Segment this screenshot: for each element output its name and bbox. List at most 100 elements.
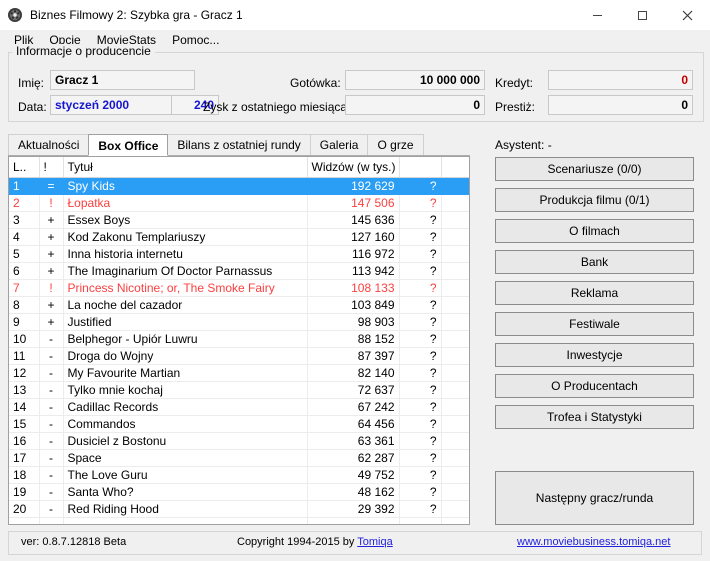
prestige-label: Prestiż: [495, 100, 536, 114]
cell-rank: 10 [9, 330, 40, 348]
o-producentach-button[interactable]: O Producentach [495, 374, 694, 398]
cell-extra: ? [399, 364, 442, 382]
cell-flag: - [39, 449, 64, 467]
table-row[interactable]: 16- Dusiciel z Bostonu 63 361? [9, 432, 469, 450]
cell-title: Princess Nicotine; or, The Smoke Fairy [63, 279, 308, 297]
cell-title: Tylko mnie kochaj [63, 381, 308, 399]
next-player-round-button[interactable]: Następny gracz/runda [495, 471, 694, 525]
reklama-button[interactable]: Reklama [495, 281, 694, 305]
cell-views: 82 140 [307, 364, 400, 382]
table-row[interactable]: 18- The Love Guru 49 752? [9, 466, 469, 484]
cell-flag: + [39, 296, 64, 314]
table-row[interactable]: 7! Princess Nicotine; or, The Smoke Fairy… [9, 279, 469, 297]
cell-extra: ? [399, 177, 442, 195]
cell-title: My Favourite Martian [63, 364, 308, 382]
cell-flag: - [39, 432, 64, 450]
table-row[interactable]: 6 + The Imaginarium Of Doctor Parnassus 113… [9, 262, 469, 280]
cell-extra: ? [399, 466, 442, 484]
cell-rank: 4 [9, 228, 40, 246]
cell-title: Commandos [63, 415, 308, 433]
maximize-icon[interactable] [620, 0, 665, 30]
cell-title: Santa Who? [63, 483, 308, 501]
cell-spare [441, 466, 469, 484]
table-row[interactable]: 8 + La noche del cazador 103 849? [9, 296, 469, 314]
table-row[interactable]: 19- Santa Who? 48 162? [9, 483, 469, 501]
cell-rank: 6 [9, 262, 40, 280]
column-header-flag[interactable]: ! [39, 157, 64, 178]
cell-extra: ? [399, 296, 442, 314]
table-row[interactable]: 15- Commandos 64 456? [9, 415, 469, 433]
cell-spare [441, 245, 469, 263]
table-row[interactable]: 12- My Favourite Martian 82 140? [9, 364, 469, 382]
column-header-extra[interactable] [399, 157, 442, 178]
table-row[interactable]: 17- Space 62 287? [9, 449, 469, 467]
tab-bilans[interactable]: Bilans z ostatniej rundy [167, 134, 311, 155]
cell-views: 103 849 [307, 296, 400, 314]
cell-rank [9, 517, 40, 524]
table-header-row: L.. ! Tytuł Widzów (w tys.) [9, 157, 469, 178]
cell-views: 192 629 [307, 177, 400, 195]
column-header-spare[interactable] [441, 157, 469, 178]
cell-spare [441, 381, 469, 399]
cell-title: Space [63, 449, 308, 467]
cell-title: Kod Zakonu Templariuszy [63, 228, 308, 246]
inwestycje-button[interactable]: Inwestycje [495, 343, 694, 367]
cell-rank: 2 [9, 194, 40, 212]
credit-field: 0 [548, 70, 693, 90]
table-row[interactable]: 11- Droga do Wojny 87 397? [9, 347, 469, 365]
cell-title: Spy Kids [63, 177, 308, 195]
cell-views: 63 361 [307, 432, 400, 450]
cell-title: Dusiciel z Bostonu [63, 432, 308, 450]
film-reel-icon [7, 7, 23, 23]
menu-item-pomoc[interactable]: Pomoc... [164, 31, 227, 49]
table-row[interactable]: 13- Tylko mnie kochaj 72 637? [9, 381, 469, 399]
cell-extra: ? [399, 211, 442, 229]
o-filmach-button[interactable]: O filmach [495, 219, 694, 243]
table-row[interactable]: 2! Łopatka 147 506? [9, 194, 469, 212]
table-row[interactable]: 9 + Justified 98 903? [9, 313, 469, 331]
cell-spare [441, 228, 469, 246]
bank-button[interactable]: Bank [495, 250, 694, 274]
cell-flag: + [39, 313, 64, 331]
table-row[interactable]: 20- Red Riding Hood 29 392? [9, 500, 469, 518]
cell-spare [441, 177, 469, 195]
tab-box-office[interactable]: Box Office [88, 134, 169, 156]
close-icon[interactable] [665, 0, 710, 30]
column-header-views[interactable]: Widzów (w tys.) [307, 157, 400, 178]
cell-views: 98 903 [307, 313, 400, 331]
cell-title: Droga do Wojny [63, 347, 308, 365]
website-link[interactable]: www.moviebusiness.tomiqa.net [517, 536, 670, 548]
cell-views: 88 152 [307, 330, 400, 348]
cell-views: 127 160 [307, 228, 400, 246]
author-link[interactable]: Tomiqa [357, 536, 392, 548]
cell-flag: ! [39, 279, 64, 297]
scenariusze-button[interactable]: Scenariusze (0/0) [495, 157, 694, 181]
trofea-statystyki-button[interactable]: Trofea i Statystyki [495, 405, 694, 429]
festiwale-button[interactable]: Festiwale [495, 312, 694, 336]
tab-o-grze[interactable]: O grze [367, 134, 424, 155]
tab-aktualnosci[interactable]: Aktualności [8, 134, 90, 155]
column-header-title[interactable]: Tytuł [63, 157, 308, 178]
table-row[interactable]: 5 + Inna historia internetu 116 972? [9, 245, 469, 263]
cell-extra: ? [399, 262, 442, 280]
table-row[interactable]: 3 + Essex Boys 145 636? [9, 211, 469, 229]
table-row[interactable]: 1 = Spy Kids 192 629? [9, 177, 469, 195]
cell-spare [441, 398, 469, 416]
table-row[interactable]: 10- Belphegor - Upiór Luwru 88 152? [9, 330, 469, 348]
tab-galeria[interactable]: Galeria [309, 134, 369, 155]
cell-title: Cadillac Records [63, 398, 308, 416]
column-header-rank[interactable]: L.. [9, 157, 40, 178]
table-row[interactable]: 14- Cadillac Records 67 242? [9, 398, 469, 416]
version-text: ver: 0.8.7.12818 Beta [21, 536, 127, 548]
cell-extra: ? [399, 347, 442, 365]
cell-views: 29 392 [307, 500, 400, 518]
name-field[interactable]: Gracz 1 [50, 70, 195, 90]
box-office-table[interactable]: L.. ! Tytuł Widzów (w tys.) 1 = Spy Kids 19… [8, 156, 470, 525]
minimize-icon[interactable] [575, 0, 620, 30]
date-field: styczeń 2000 [50, 95, 172, 115]
window-controls [575, 0, 710, 30]
produkcja-filmu-button[interactable]: Produkcja filmu (0/1) [495, 188, 694, 212]
table-row[interactable]: 4 + Kod Zakonu Templariuszy 127 160? [9, 228, 469, 246]
name-label: Imię: [18, 76, 45, 90]
cell-extra: ? [399, 398, 442, 416]
